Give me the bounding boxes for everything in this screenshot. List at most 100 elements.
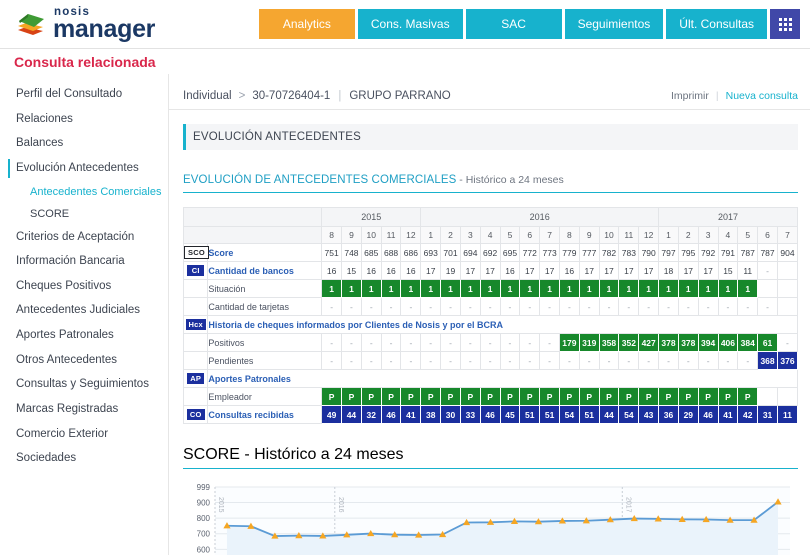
table-month-header: 5 bbox=[737, 226, 759, 244]
table-cell: 783 bbox=[618, 243, 640, 262]
table-cell: 16 bbox=[380, 261, 402, 280]
table-cell: P bbox=[499, 387, 521, 406]
sidebar-item-cheques-positivos[interactable]: Cheques Positivos bbox=[0, 274, 168, 299]
nav-item-cons-masivas[interactable]: Cons. Masivas bbox=[357, 9, 463, 39]
nav-item-ultimas-consultas[interactable]: Últ. Consultas bbox=[666, 9, 767, 39]
section-title: EVOLUCIÓN ANTECEDENTES bbox=[193, 131, 361, 143]
nav-item-sac[interactable]: SAC bbox=[465, 9, 562, 39]
sidebar-item-aportes-patronales[interactable]: Aportes Patronales bbox=[0, 323, 168, 348]
table-cell: - bbox=[459, 333, 481, 352]
sidebar-subitem-score[interactable]: SCORE bbox=[0, 203, 168, 225]
chart-year-label: 2017 bbox=[624, 497, 631, 513]
table-cell: P bbox=[717, 387, 739, 406]
table-cell: 17 bbox=[519, 261, 541, 280]
sidebar-item-sociedades[interactable]: Sociedades bbox=[0, 446, 168, 471]
table-cell: 15 bbox=[717, 261, 739, 280]
breadcrumb-pipe: | bbox=[338, 89, 342, 102]
sidebar-item-perfil-del-consultado[interactable]: Perfil del Consultado bbox=[0, 82, 168, 107]
table-cell: 1 bbox=[737, 279, 759, 298]
table-cell: - bbox=[697, 297, 719, 316]
sidebar-item-marcas-registradas[interactable]: Marcas Registradas bbox=[0, 397, 168, 422]
table-cell: 15 bbox=[341, 261, 362, 280]
table-cell: 17 bbox=[539, 261, 560, 280]
sidebar-item-informacion-bancaria[interactable]: Información Bancaria bbox=[0, 249, 168, 274]
chart-y-tick-label: 700 bbox=[197, 530, 211, 539]
table-cell: 787 bbox=[757, 243, 778, 262]
table-year-header: 2016 bbox=[420, 207, 660, 227]
sidebar-item-antecedentes-judiciales[interactable]: Antecedentes Judiciales bbox=[0, 298, 168, 323]
sidebar-subitem-antecedentes-comerciales[interactable]: Antecedentes Comerciales bbox=[0, 181, 168, 203]
table-cell: P bbox=[598, 387, 620, 406]
table-cell: - bbox=[697, 351, 719, 370]
sidebar-item-comercio-exterior[interactable]: Comercio Exterior bbox=[0, 422, 168, 447]
logo-manager-text: manager bbox=[53, 15, 156, 44]
table-cell: 1 bbox=[380, 279, 402, 298]
table-cell: 43 bbox=[638, 405, 660, 424]
table-cell: 11 bbox=[776, 405, 799, 424]
table-cell: 693 bbox=[420, 243, 442, 262]
new-query-link[interactable]: Nueva consulta bbox=[726, 90, 798, 102]
print-link[interactable]: Imprimir bbox=[671, 90, 709, 102]
table-cell: 688 bbox=[380, 243, 402, 262]
page-title-bar: Consulta relacionada bbox=[0, 48, 810, 74]
table-cell: 16 bbox=[558, 261, 580, 280]
table-cell: 1 bbox=[598, 279, 620, 298]
table-cell: 1 bbox=[459, 279, 481, 298]
sidebar-item-otros-antecedentes[interactable]: Otros Antecedentes bbox=[0, 348, 168, 373]
row-label: Situación bbox=[207, 279, 323, 298]
table-cell: 30 bbox=[440, 405, 461, 424]
sidebar-item-relaciones[interactable]: Relaciones bbox=[0, 107, 168, 132]
table-cell: 38 bbox=[420, 405, 442, 424]
table-month-header: 11 bbox=[618, 226, 640, 244]
table-cell: - bbox=[420, 351, 442, 370]
table-cell: - bbox=[558, 297, 580, 316]
table-cell: 17 bbox=[638, 261, 660, 280]
table-cell: 17 bbox=[479, 261, 501, 280]
table-cell: 51 bbox=[539, 405, 560, 424]
sidebar-item-balances[interactable]: Balances bbox=[0, 131, 168, 156]
sidebar-item-consultas-y-seguimientos[interactable]: Consultas y Seguimientos bbox=[0, 372, 168, 397]
table-cell: - bbox=[341, 297, 362, 316]
table-cell: 31 bbox=[757, 405, 778, 424]
table-cell: 1 bbox=[638, 279, 660, 298]
table-month-header: 3 bbox=[697, 226, 719, 244]
table-corner-cell-2 bbox=[182, 226, 323, 244]
evolution-table: 2015 2016 2017 8 9 10 11 12 1 2 3 4 5 6 7 8 9 10 11 12 1 2 3 4… bbox=[182, 207, 799, 424]
table-row: Empleador P P P P P P P P P P P P P P P P P P P P P P bbox=[182, 387, 799, 406]
breadcrumb-cuit: 30-70726404-1 bbox=[252, 89, 331, 102]
table-cell: 787 bbox=[737, 243, 759, 262]
table-cell: 904 bbox=[776, 243, 799, 262]
table-month-header: 8 bbox=[321, 226, 343, 244]
table-cell: - bbox=[321, 297, 343, 316]
table-row: Positivos - - - - - - - - - - - -179 319 358 352 427 378 3… bbox=[182, 333, 799, 352]
nav-item-analytics[interactable]: Analytics bbox=[258, 9, 355, 39]
table-cell: 44 bbox=[341, 405, 362, 424]
breadcrumb-type[interactable]: Individual bbox=[183, 90, 232, 102]
table-cell: P bbox=[658, 387, 679, 406]
nav-item-seguimientos[interactable]: Seguimientos bbox=[564, 9, 664, 39]
row-label: Pendientes bbox=[207, 351, 323, 370]
grid-apps-icon[interactable] bbox=[770, 9, 800, 39]
table-cell: 1 bbox=[400, 279, 422, 298]
table-cell: - bbox=[400, 351, 422, 370]
table-cell: - bbox=[479, 351, 501, 370]
sidebar-item-criterios-de-aceptacion[interactable]: Criterios de Aceptación bbox=[0, 225, 168, 250]
table-cell bbox=[776, 261, 799, 280]
table-month-header: 4 bbox=[479, 226, 501, 244]
badge-label: CO bbox=[186, 408, 205, 421]
table-cell: - bbox=[420, 297, 442, 316]
table-row: Pendientes - - - - - - - - - - - - - - - - - - - - - -368 376 bbox=[182, 351, 799, 370]
table-cell: 1 bbox=[519, 279, 541, 298]
page-title: Consulta relacionada bbox=[14, 53, 156, 70]
table-row: Cantidad de tarjetas - - - - - - - - - - - - - - - - - - - -… bbox=[182, 297, 799, 316]
table-cell: 1 bbox=[479, 279, 501, 298]
app-logo[interactable]: nosis manager bbox=[10, 6, 155, 43]
table-cell: 46 bbox=[479, 405, 501, 424]
table-month-header: 8 bbox=[558, 226, 580, 244]
sidebar-item-evolucion-antecedentes[interactable]: Evolución Antecedentes bbox=[0, 156, 168, 181]
table-row: AP Aportes Patronales bbox=[182, 369, 798, 388]
table-cell: 44 bbox=[598, 405, 620, 424]
row-label: Empleador bbox=[207, 387, 323, 406]
table-cell: - bbox=[578, 351, 600, 370]
table-row: CI Cantidad de bancos 16 15 16 16 16 17 19 17 17 16… bbox=[182, 261, 799, 280]
